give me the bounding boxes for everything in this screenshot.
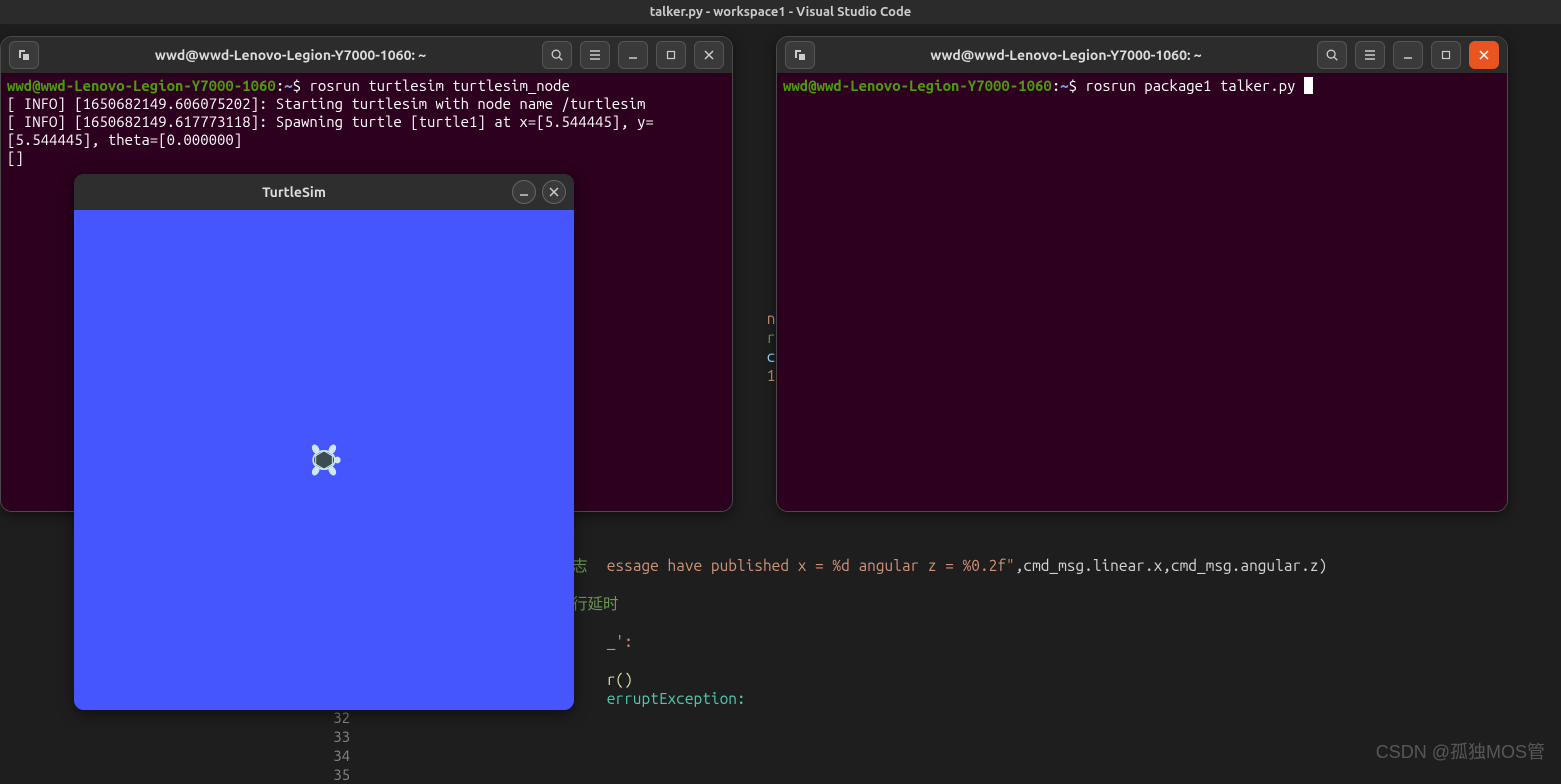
turtlesim-canvas[interactable] <box>74 210 574 710</box>
maximize-icon <box>1440 49 1452 61</box>
editor-frag-6: 志 <box>572 556 588 575</box>
terminal-right-titlebar[interactable]: wwd@wwd-Lenovo-Legion-Y7000-1060: ~ <box>777 37 1507 73</box>
new-tab-icon <box>17 48 31 62</box>
minimize-button[interactable] <box>512 180 536 204</box>
new-tab-icon <box>793 48 807 62</box>
line-number-32: 32 <box>300 708 370 727</box>
turtlesim-titlebar[interactable]: TurtleSim <box>74 174 574 210</box>
turtlesim-title: TurtleSim <box>82 184 506 200</box>
prompt-path: ~ <box>284 77 292 94</box>
maximize-icon <box>665 49 677 61</box>
watermark: CSDN @孤独MOS管 <box>1376 738 1545 764</box>
vscode-title: talker.py - workspace1 - Visual Studio C… <box>650 5 912 19</box>
terminal-left-titlebar[interactable]: wwd@wwd-Lenovo-Legion-Y7000-1060: ~ <box>1 37 732 73</box>
editor-frag-7: 行延时 <box>572 594 619 613</box>
editor-frag-5a: essage have published x = %d angular z =… <box>607 557 1015 574</box>
prompt-userhost: wwd@wwd-Lenovo-Legion-Y7000-1060 <box>783 77 1052 94</box>
line-number-33: 33 <box>300 727 370 746</box>
terminal-right-title: wwd@wwd-Lenovo-Legion-Y7000-1060: ~ <box>823 47 1309 63</box>
turtle-icon <box>304 440 344 480</box>
prompt-path: ~ <box>1060 77 1068 94</box>
turtlesim-window[interactable]: TurtleSim <box>74 174 574 710</box>
vscode-titlebar: talker.py - workspace1 - Visual Studio C… <box>0 0 1561 24</box>
minimize-icon <box>627 49 639 61</box>
terminal-cursor <box>1304 77 1313 94</box>
hamburger-icon <box>588 48 602 62</box>
prompt-userhost: wwd@wwd-Lenovo-Legion-Y7000-1060 <box>7 77 276 94</box>
term-left-line1: [ INFO] [1650682149.606075202]: Starting… <box>7 95 645 112</box>
line-number-34: 34 <box>300 746 370 765</box>
editor-frag-10: erruptException: <box>607 690 746 707</box>
minimize-icon <box>518 186 530 198</box>
hamburger-icon <box>1363 48 1377 62</box>
close-button[interactable] <box>694 41 724 69</box>
close-button[interactable] <box>1469 41 1499 69</box>
term-left-line2: [ INFO] [1650682149.617773118]: Spawning… <box>7 113 654 148</box>
term-left-command: rosrun turtlesim turtlesim_node <box>309 77 569 94</box>
editor-frag-5b: ,cmd_msg.linear.x,cmd_msg.angular.z) <box>1015 557 1327 574</box>
line-number-35: 35 <box>300 765 370 784</box>
terminal-window-right[interactable]: wwd@wwd-Lenovo-Legion-Y7000-1060: ~ wwd@… <box>776 36 1508 512</box>
menu-button[interactable] <box>580 41 610 69</box>
editor-frag-8: _': <box>607 633 633 650</box>
term-right-command: rosrun package1 talker.py <box>1085 77 1303 94</box>
search-icon <box>550 48 564 62</box>
search-icon <box>1325 48 1339 62</box>
new-tab-button[interactable] <box>9 41 39 69</box>
minimize-icon <box>1402 49 1414 61</box>
close-icon <box>1478 49 1490 61</box>
terminal-right-body[interactable]: wwd@wwd-Lenovo-Legion-Y7000-1060:~$ rosr… <box>777 73 1507 511</box>
term-left-bracket: [] <box>7 149 24 166</box>
close-icon <box>703 49 715 61</box>
search-button[interactable] <box>542 41 572 69</box>
maximize-button[interactable] <box>656 41 686 69</box>
editor-frag-9: r() <box>607 671 633 688</box>
maximize-button[interactable] <box>1431 41 1461 69</box>
terminal-left-title: wwd@wwd-Lenovo-Legion-Y7000-1060: ~ <box>47 47 534 63</box>
close-icon <box>548 186 560 198</box>
minimize-button[interactable] <box>1393 41 1423 69</box>
close-button[interactable] <box>542 180 566 204</box>
new-tab-button[interactable] <box>785 41 815 69</box>
search-button[interactable] <box>1317 41 1347 69</box>
menu-button[interactable] <box>1355 41 1385 69</box>
minimize-button[interactable] <box>618 41 648 69</box>
